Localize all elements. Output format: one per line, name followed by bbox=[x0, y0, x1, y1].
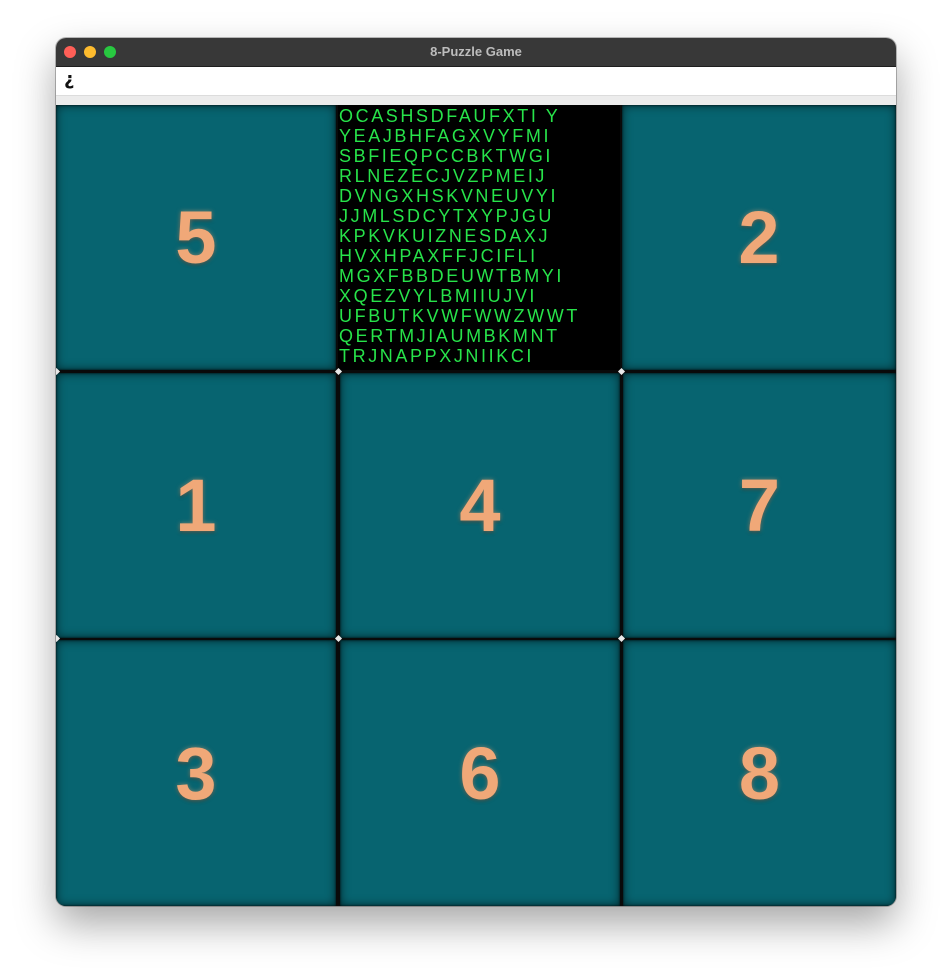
tile-1[interactable]: 5 bbox=[56, 105, 336, 370]
empty-tile-text-line: TRJNAPPXJNIIKCI bbox=[339, 346, 535, 366]
empty-tile-text-line: MGXFBBDEUWTBMYI bbox=[339, 266, 565, 286]
empty-tile: OCASHSDFAUFXTI Y YEAJBHFAGXVYFMI SBFIEQP… bbox=[338, 105, 620, 370]
empty-tile-text-line: HVXHPAXFFJCIFLI bbox=[339, 246, 538, 266]
empty-tile-text-line: QERTMJIAUMBKMNT bbox=[339, 326, 560, 346]
tile-number: 7 bbox=[738, 464, 781, 547]
app-window: 8-Puzzle Game ¿ 5 OCASHSDFAUFXTI Y YEAJB… bbox=[56, 38, 896, 906]
tile-number: 1 bbox=[175, 464, 217, 547]
tile-6[interactable]: 7 bbox=[623, 373, 896, 638]
menu-item[interactable]: ¿ bbox=[64, 69, 74, 90]
tile-number: 8 bbox=[738, 731, 781, 815]
tile-5[interactable]: 4 bbox=[340, 373, 620, 638]
puzzle-board: 5 OCASHSDFAUFXTI Y YEAJBHFAGXVYFMI SBFIE… bbox=[56, 105, 896, 906]
empty-tile-text-line: DVNGXHSKVNEUVYI bbox=[339, 186, 559, 206]
tile-number: 2 bbox=[738, 196, 780, 279]
empty-tile-text-line: UFBUTKVWFWWZWWT bbox=[339, 306, 580, 326]
title-bar: 8-Puzzle Game bbox=[56, 38, 896, 67]
tile-8[interactable]: 6 bbox=[340, 640, 620, 906]
tile-number: 5 bbox=[175, 196, 217, 279]
empty-tile-text-line: KPKVKUIZNESDAXJ bbox=[339, 226, 551, 246]
tile-4[interactable]: 1 bbox=[56, 373, 336, 638]
empty-tile-text-line: XQEZVYLBMIIUJVI bbox=[339, 286, 538, 306]
empty-tile-text-line: JJMLSDCYTXYPJGU bbox=[339, 206, 555, 226]
window-title: 8-Puzzle Game bbox=[430, 44, 522, 59]
tile-9[interactable]: 8 bbox=[623, 640, 896, 906]
empty-tile-text-line: YEAJBHFAGXVYFMI bbox=[339, 126, 552, 146]
tile-number: 4 bbox=[459, 464, 501, 547]
empty-tile-text-line: RLNEZECJVZPMEIJ bbox=[339, 166, 548, 186]
tile-number: 3 bbox=[175, 731, 217, 815]
empty-tile-text-line: OCASHSDFAUFXTI Y bbox=[339, 106, 561, 126]
tile-7[interactable]: 3 bbox=[56, 640, 336, 906]
menu-bar: ¿ bbox=[56, 67, 896, 96]
tile-3[interactable]: 2 bbox=[622, 105, 896, 370]
tile-number: 6 bbox=[459, 731, 501, 815]
empty-tile-text-line: SBFIEQPCCBKTWGI bbox=[339, 146, 554, 166]
